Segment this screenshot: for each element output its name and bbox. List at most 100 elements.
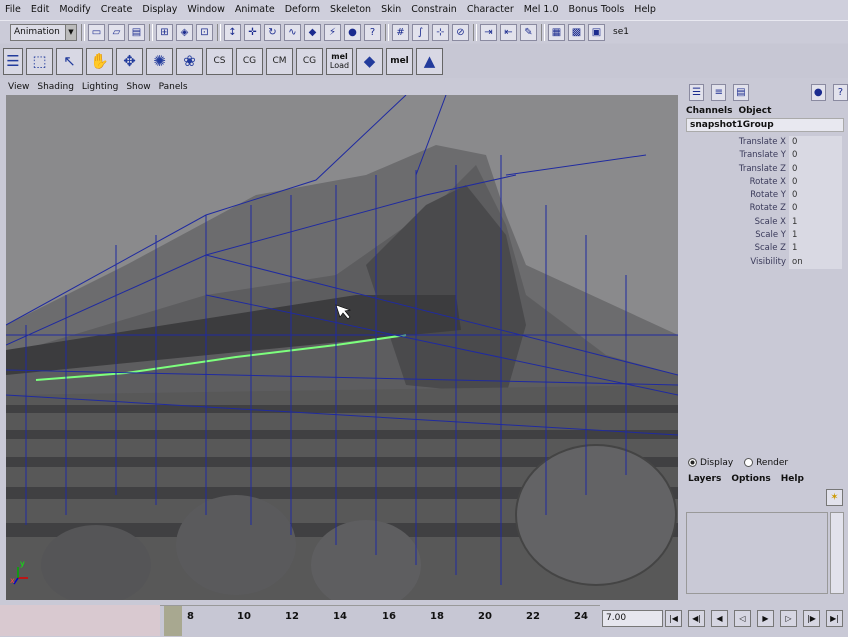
step-forward-icon[interactable]: |▶: [803, 610, 820, 627]
deformer-icon[interactable]: ⚡: [324, 23, 341, 41]
channels-tab[interactable]: Channels: [686, 106, 732, 116]
move-tool-icon[interactable]: ✥: [116, 47, 143, 75]
attr-row[interactable]: Translate Y0: [682, 149, 848, 163]
ipr-render-icon[interactable]: ▩: [568, 23, 585, 41]
menu-constrain[interactable]: Constrain: [406, 0, 462, 20]
attr-row[interactable]: Scale Z1: [682, 242, 848, 256]
render-globals-icon[interactable]: ▣: [588, 23, 605, 41]
prev-key-icon[interactable]: ◀: [711, 610, 728, 627]
render-icon[interactable]: ▦: [548, 23, 565, 41]
scale-tool-icon[interactable]: ❀: [176, 47, 203, 75]
attr-row[interactable]: Visibility on: [682, 255, 848, 269]
input-icon[interactable]: ⇥: [480, 23, 497, 41]
select-tool-icon[interactable]: ⬚: [26, 47, 53, 75]
menu-skin[interactable]: Skin: [376, 0, 406, 20]
menu-mel[interactable]: Mel 1.0: [519, 0, 564, 20]
render-radio[interactable]: [744, 458, 754, 467]
menu-modify[interactable]: Modify: [54, 0, 95, 20]
play-back-icon[interactable]: ◁: [734, 610, 751, 627]
snap-point-icon[interactable]: ⊹: [432, 23, 449, 41]
snap-view-icon[interactable]: ⊘: [452, 23, 469, 41]
curve-icon[interactable]: ∿: [284, 23, 301, 41]
attr-value[interactable]: on: [789, 255, 842, 269]
menu-window[interactable]: Window: [182, 0, 229, 20]
menu-character[interactable]: Character: [462, 0, 519, 20]
perspective-viewport[interactable]: y x: [6, 95, 678, 600]
menu-bonus-tools[interactable]: Bonus Tools: [564, 0, 630, 20]
handle-icon[interactable]: ✛: [244, 23, 261, 41]
open-scene-icon[interactable]: ▱: [108, 23, 125, 41]
menu-help[interactable]: Help: [629, 0, 661, 20]
layer-scrollbar[interactable]: [830, 512, 844, 594]
step-back-icon[interactable]: ◀|: [688, 610, 705, 627]
panel-menu-show[interactable]: Show: [122, 82, 154, 92]
dynamic-icon[interactable]: ●: [344, 23, 361, 41]
panel-menu-panels[interactable]: Panels: [155, 82, 192, 92]
attr-value[interactable]: 1: [789, 242, 842, 256]
go-to-end-icon[interactable]: ▶|: [826, 610, 843, 627]
help-icon[interactable]: ?: [832, 83, 848, 101]
up-axis-icon[interactable]: ▲: [416, 47, 443, 75]
menu-skeleton[interactable]: Skeleton: [325, 0, 376, 20]
current-time-marker[interactable]: [164, 606, 182, 636]
time-slider[interactable]: 8 10 12 14 16 18 20 22 24: [160, 605, 600, 637]
mel-load-icon[interactable]: mel Load: [326, 47, 353, 75]
attr-row[interactable]: Scale X1: [682, 215, 848, 230]
attr-row[interactable]: Translate Z0: [682, 162, 848, 176]
menu-edit[interactable]: Edit: [26, 0, 54, 20]
snap-grid-icon[interactable]: #: [392, 23, 409, 41]
mode-select[interactable]: Animation ▼: [10, 23, 77, 41]
go-to-start-icon[interactable]: |◀: [665, 610, 682, 627]
help-icon[interactable]: ?: [364, 23, 381, 41]
attr-value[interactable]: 0: [789, 149, 842, 163]
layer-editor-icon[interactable]: ≡: [711, 83, 727, 101]
menu-animate[interactable]: Animate: [230, 0, 280, 20]
menu-file[interactable]: File: [0, 0, 26, 20]
attr-row[interactable]: Rotate X0: [682, 175, 848, 190]
display-radio[interactable]: [688, 458, 697, 467]
select-hierarchy-icon[interactable]: ⊞: [156, 23, 173, 41]
layer-list[interactable]: [686, 512, 828, 594]
mask-icon[interactable]: ↕: [224, 23, 241, 41]
attr-row[interactable]: Scale Y1: [682, 229, 848, 243]
attr-value[interactable]: 0: [789, 162, 842, 176]
attr-value[interactable]: 0: [789, 189, 842, 203]
attr-value[interactable]: 0: [789, 136, 842, 150]
cg-g2-icon[interactable]: CG: [296, 47, 323, 75]
channel-box-icon[interactable]: ☰: [689, 83, 705, 101]
attr-row[interactable]: Rotate Y0: [682, 189, 848, 203]
select-object-icon[interactable]: ◈: [176, 23, 193, 41]
attr-row[interactable]: Rotate Z0: [682, 202, 848, 216]
joint-icon[interactable]: ↻: [264, 23, 281, 41]
help-menu[interactable]: Help: [781, 474, 804, 484]
layers-menu[interactable]: Layers: [688, 474, 721, 484]
select-component-icon[interactable]: ⊡: [196, 23, 213, 41]
layer-icon[interactable]: ◆: [356, 47, 383, 75]
set-label[interactable]: se1: [613, 27, 629, 37]
attr-value[interactable]: 1: [789, 215, 842, 230]
lasso-tool-icon[interactable]: ↖: [56, 47, 83, 75]
mel-icon[interactable]: mel: [386, 47, 413, 75]
cg-g-icon[interactable]: CG: [236, 47, 263, 75]
shelf-menu-icon[interactable]: ☰: [3, 47, 23, 75]
color-icon[interactable]: ●: [810, 83, 826, 101]
new-scene-icon[interactable]: ▭: [88, 23, 105, 41]
panel-menu-lighting[interactable]: Lighting: [78, 82, 122, 92]
snap-curve-icon[interactable]: ∫: [412, 23, 429, 41]
panel-menu-view[interactable]: View: [4, 82, 33, 92]
save-scene-icon[interactable]: ▤: [128, 23, 145, 41]
surface-icon[interactable]: ◆: [304, 23, 321, 41]
attribute-editor-icon[interactable]: ▤: [733, 83, 749, 101]
attr-row[interactable]: Translate X0: [682, 136, 848, 150]
attr-value[interactable]: 1: [789, 229, 842, 243]
options-menu[interactable]: Options: [731, 474, 770, 484]
play-forward-icon[interactable]: ▶: [757, 610, 774, 627]
output-icon[interactable]: ⇤: [500, 23, 517, 41]
current-frame-field[interactable]: 7.00: [602, 610, 663, 627]
menu-display[interactable]: Display: [137, 0, 182, 20]
menu-deform[interactable]: Deform: [280, 0, 325, 20]
cg-s-icon[interactable]: CS: [206, 47, 233, 75]
next-key-icon[interactable]: ▷: [780, 610, 797, 627]
cg-m-icon[interactable]: CM: [266, 47, 293, 75]
object-tab[interactable]: Object: [738, 106, 771, 116]
